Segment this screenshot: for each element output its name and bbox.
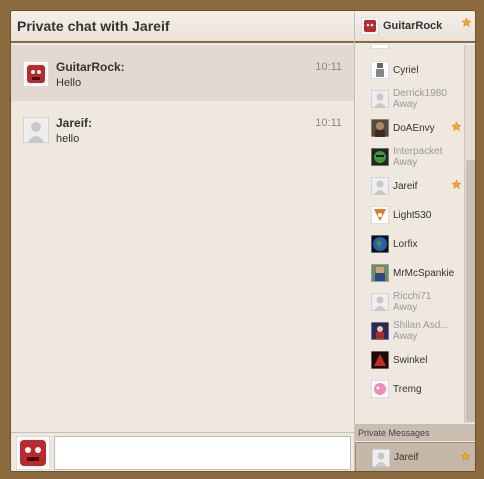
red-monster-icon	[23, 61, 49, 87]
user-name: Ricchi71 Away	[393, 291, 432, 313]
star-icon	[461, 17, 472, 28]
star-icon	[451, 121, 462, 132]
user-name: Jareif	[393, 180, 418, 192]
user-list-item[interactable]: Light530	[355, 201, 464, 229]
chat-header: Private chat with Jareif	[11, 11, 354, 43]
message-list: GuitarRock: Hello 10:11 Jareif: hello 10…	[11, 45, 354, 432]
message-time: 10:11	[315, 117, 342, 129]
user-list: Cyriel Derrick1980 Away DoAEnvy Interpack…	[355, 45, 464, 423]
user-list-item[interactable]: Tremg	[355, 375, 464, 403]
message-input[interactable]	[54, 436, 351, 470]
current-user-name: GuitarRock	[383, 20, 443, 32]
user-name: Tremg	[393, 383, 422, 395]
pixel-character-icon	[371, 264, 389, 282]
default-avatar-icon	[371, 90, 389, 108]
compose-bar	[11, 432, 354, 471]
user-name: Jareif	[394, 452, 419, 463]
message: GuitarRock: Hello 10:11	[11, 45, 354, 101]
message-time: 10:11	[315, 61, 342, 73]
user-list-item[interactable]: Shilan Asd... Away	[355, 317, 464, 345]
user-list-item[interactable]: Lorfix	[355, 230, 464, 258]
user-name: Lorfix	[393, 238, 418, 250]
current-user[interactable]: GuitarRock	[355, 11, 475, 43]
user-list-scrollbar[interactable]	[464, 45, 475, 423]
default-avatar-icon	[371, 177, 389, 195]
chat-title: Private chat with Jareif	[17, 18, 170, 34]
user-name: Shilan Asd... Away	[393, 320, 449, 342]
user-list-item[interactable]	[355, 45, 464, 55]
user-name: Interpacket Away	[393, 146, 443, 168]
user-name: Cyriel	[393, 64, 419, 76]
message-sender: Jareif:	[56, 116, 93, 130]
scrollbar-thumb[interactable]	[466, 160, 475, 422]
user-list-item[interactable]: Swinkel	[355, 346, 464, 374]
green-mask-icon	[371, 148, 389, 166]
user-list-item[interactable]: Derrick1980 Away	[355, 85, 464, 113]
user-name: DoAEnvy	[393, 122, 435, 134]
fox-icon	[371, 206, 389, 224]
user-list-item[interactable]: Ricchi71 Away	[355, 288, 464, 316]
user-list-item[interactable]: Interpacket Away	[355, 143, 464, 171]
user-list-item[interactable]: Cyriel	[355, 56, 464, 84]
user-name: Light530	[393, 209, 432, 221]
default-avatar-icon	[23, 117, 49, 143]
user-list-item[interactable]: MrMcSpankie	[355, 259, 464, 287]
robot-icon	[371, 61, 389, 79]
message-text: hello	[56, 133, 80, 145]
star-icon	[451, 179, 462, 190]
message: Jareif: hello 10:11	[11, 101, 354, 157]
chat-window: Private chat with Jareif GuitarRock: Hel…	[10, 10, 476, 472]
earth-icon	[371, 235, 389, 253]
pink-pony-icon	[371, 380, 389, 398]
user-sidebar: GuitarRock Cyriel Derrick1980 Away DoAEn…	[354, 11, 475, 471]
user-name: Swinkel	[393, 354, 428, 366]
message-text: Hello	[56, 77, 82, 89]
dark-character-icon	[371, 322, 389, 340]
user-name: Derrick1980 Away	[393, 88, 447, 110]
user-list-item[interactable]: Jareif	[355, 172, 464, 200]
default-avatar-icon	[371, 293, 389, 311]
warrior-icon	[371, 119, 389, 137]
user-name: MrMcSpankie	[393, 267, 455, 279]
red-creature-icon	[371, 351, 389, 369]
red-monster-icon	[16, 436, 50, 470]
private-message-item[interactable]: Jareif	[355, 442, 475, 471]
default-avatar-icon	[372, 448, 390, 467]
user-list-item[interactable]: DoAEnvy	[355, 114, 464, 142]
message-sender: GuitarRock:	[56, 60, 125, 74]
red-monster-icon	[361, 17, 379, 35]
star-icon	[460, 451, 471, 462]
private-messages-header: Private Messages	[355, 424, 475, 441]
